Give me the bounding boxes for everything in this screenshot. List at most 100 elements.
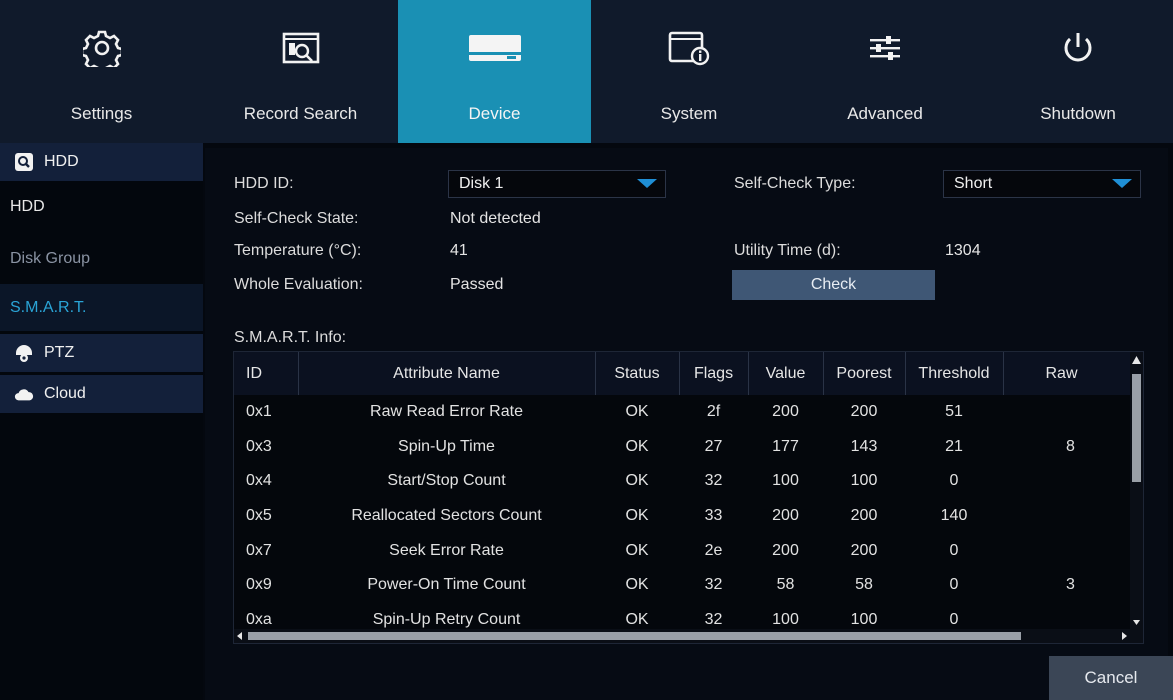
cell-poorest: 200 [850,403,878,421]
cell-flags: 33 [704,507,723,525]
hdd-id-select[interactable]: Disk 1 [448,170,666,198]
nav-system[interactable]: System [591,0,787,143]
scroll-left-arrow-icon[interactable] [237,632,242,640]
col-header-flags[interactable]: Flags [679,352,749,395]
utility-time-label: Utility Time (d): [734,242,841,259]
table-row[interactable]: 0x9 Power-On Time Count OK 32 58 58 0 3 [234,568,1143,603]
sidebar-group-label: Cloud [44,385,86,402]
col-header-value[interactable]: Value [748,352,824,395]
cell-flags: 27 [704,437,723,455]
cell-value: 200 [772,507,799,525]
col-header-raw[interactable]: Raw [1003,352,1143,395]
nav-settings[interactable]: Settings [0,0,203,143]
cell-poorest: 200 [850,541,878,559]
sidebar-group-label: PTZ [44,344,75,361]
table-header-row: ID Attribute Name Status Flags Value Poo… [234,352,1143,395]
cell-id: 0x3 [246,437,272,455]
horizontal-scrollbar-thumb[interactable] [248,632,1021,640]
hard-drive-icon [467,0,523,96]
cell-raw [1003,499,1143,534]
vertical-scrollbar[interactable] [1130,352,1143,629]
cell-status: OK [625,472,649,490]
scroll-up-arrow-icon[interactable] [1132,356,1141,364]
whole-evaluation-label: Whole Evaluation: [234,276,363,293]
sidebar-item-disk-group[interactable]: Disk Group [0,233,203,284]
scroll-right-arrow-icon[interactable] [1122,632,1127,640]
hdd-id-label: HDD ID: [234,175,294,192]
table-row[interactable]: 0x7 Seek Error Rate OK 2e 200 200 0 [234,533,1143,568]
col-header-poorest[interactable]: Poorest [823,352,906,395]
gear-icon [82,0,121,96]
nav-label: Shutdown [1040,104,1116,123]
col-header-threshold[interactable]: Threshold [905,352,1004,395]
cell-flags: 2f [706,403,721,421]
sidebar-group-label: HDD [44,153,79,170]
hdd-search-icon [14,152,34,172]
sidebar-group-cloud[interactable]: Cloud [0,375,203,413]
cell-raw: 3 [1066,576,1075,594]
system-info-icon [667,0,711,96]
cell-value: 200 [772,541,799,559]
power-icon [1060,0,1096,96]
cell-id: 0x4 [246,472,272,490]
col-header-attribute-name[interactable]: Attribute Name [298,352,596,395]
cell-attribute-name: Power-On Time Count [367,576,526,594]
cell-poorest: 58 [855,576,873,594]
smart-info-label: S.M.A.R.T. Info: [234,329,347,346]
cell-raw [1003,395,1143,430]
sidebar-group-ptz[interactable]: PTZ [0,334,203,372]
ptz-camera-icon [14,343,34,363]
cell-flags: 32 [704,472,723,490]
cell-threshold: 21 [945,437,963,455]
cloud-icon [14,384,34,404]
table-row[interactable]: 0x3 Spin-Up Time OK 27 177 143 21 8 [234,430,1143,465]
nav-advanced[interactable]: Advanced [787,0,983,143]
nav-label: Advanced [847,104,923,123]
horizontal-scrollbar[interactable] [234,629,1143,643]
top-navigation: Settings Record Search Device System Adv… [0,0,1173,143]
cell-status: OK [625,403,649,421]
col-header-status[interactable]: Status [595,352,680,395]
record-search-icon [281,0,321,96]
self-check-type-value: Short [954,175,993,192]
nav-device[interactable]: Device [398,0,591,143]
cell-flags: 2e [704,541,723,559]
table-row[interactable]: 0x5 Reallocated Sectors Count OK 33 200 … [234,499,1143,534]
cell-attribute-name: Reallocated Sectors Count [351,507,542,525]
col-header-id[interactable]: ID [234,352,299,395]
cell-id: 0x1 [246,403,272,421]
scroll-down-arrow-icon[interactable] [1133,620,1140,625]
cell-poorest: 143 [850,437,878,455]
cell-raw [1003,533,1143,568]
table-row[interactable]: 0x1 Raw Read Error Rate OK 2f 200 200 51 [234,395,1143,430]
sidebar-group-hdd[interactable]: HDD [0,143,203,181]
nav-label: Record Search [243,104,358,123]
main-panel: HDD ID: Disk 1 Self-Check Type: Short Se… [205,148,1168,700]
sidebar-item-hdd[interactable]: HDD [0,181,203,233]
cell-threshold: 51 [945,403,963,421]
cell-flags: 32 [704,576,723,594]
nav-record-search[interactable]: Record Search [203,0,398,143]
temperature-value: 41 [450,242,468,259]
whole-evaluation-value: Passed [450,276,504,293]
smart-table: ID Attribute Name Status Flags Value Poo… [233,351,1144,644]
self-check-type-select[interactable]: Short [943,170,1141,198]
nav-shutdown[interactable]: Shutdown [983,0,1173,143]
cell-raw: 8 [1066,437,1075,455]
cancel-button[interactable]: Cancel [1049,656,1173,700]
sliders-icon [868,0,902,96]
cell-attribute-name: Raw Read Error Rate [370,403,523,421]
cell-value: 58 [776,576,795,594]
cell-poorest: 100 [850,472,878,490]
vertical-scrollbar-thumb[interactable] [1132,374,1141,482]
cell-value: 100 [772,472,799,490]
self-check-state-value: Not detected [450,210,541,227]
table-row[interactable]: 0x4 Start/Stop Count OK 32 100 100 0 [234,464,1143,499]
hdd-id-value: Disk 1 [459,175,504,192]
sidebar-item-smart[interactable]: S.M.A.R.T. [0,284,203,331]
cell-poorest: 200 [850,507,878,525]
sidebar: HDD HDD Disk Group S.M.A.R.T. PTZ Cloud [0,143,203,700]
check-button[interactable]: Check [732,270,935,300]
nav-label: Device [468,104,521,123]
cell-threshold: 0 [949,541,959,559]
